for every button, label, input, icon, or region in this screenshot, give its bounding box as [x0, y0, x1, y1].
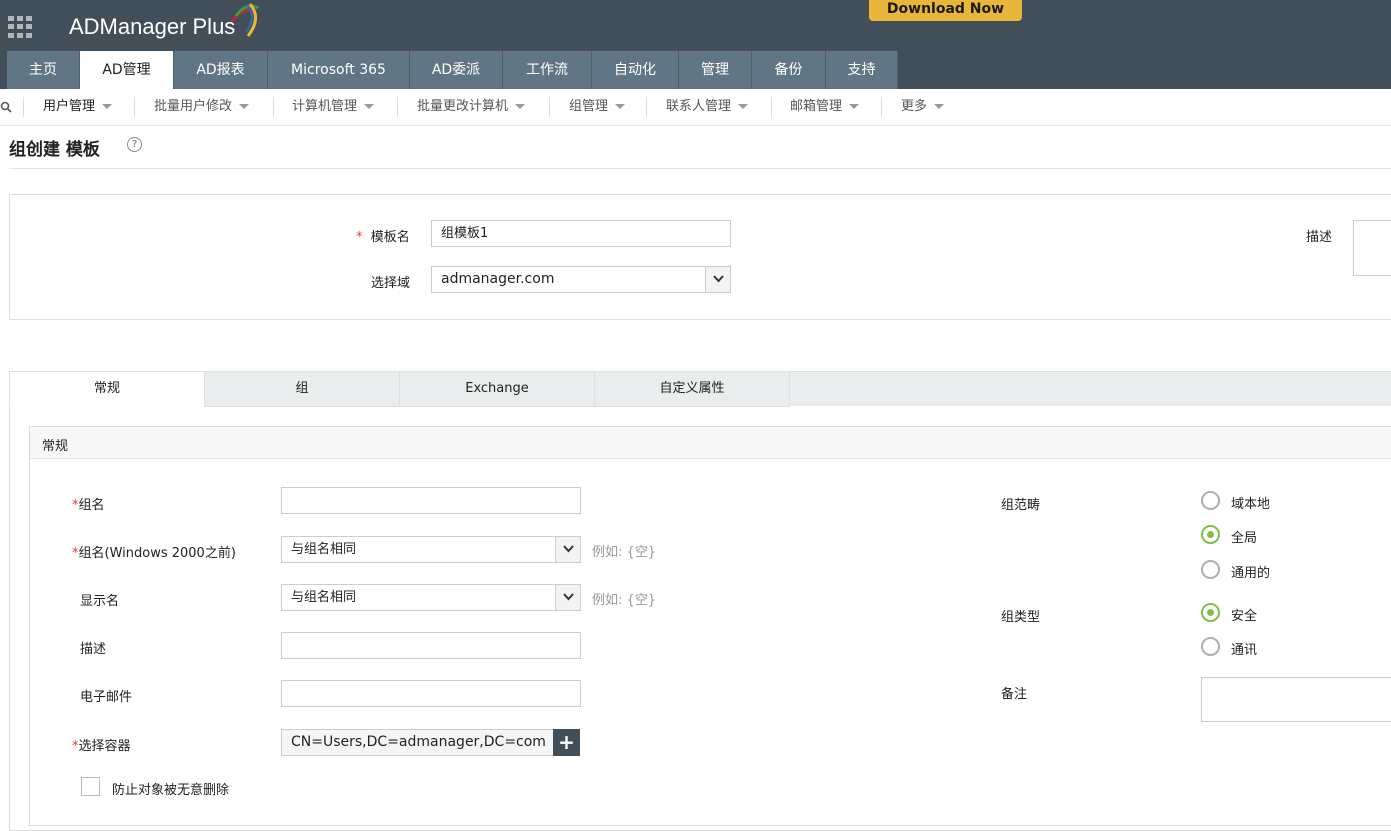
caret-down-icon	[515, 104, 526, 109]
email-label: 电子邮件	[80, 690, 133, 705]
subnav-mailbox-management[interactable]: 邮箱管理	[790, 89, 860, 125]
subnav-label: 批量用户修改	[154, 99, 233, 114]
subnav-group-management[interactable]: 组管理	[569, 89, 626, 125]
pre2000-name-label: *组名(Windows 2000之前)	[72, 546, 236, 561]
pre2000-name-select[interactable]: 与组名相同	[281, 536, 581, 563]
subnav-label: 联系人管理	[666, 99, 732, 114]
chevron-down-icon	[705, 267, 730, 292]
domain-select[interactable]: admanager.com	[431, 266, 731, 293]
protect-deletion-label: 防止对象被无意删除	[112, 783, 230, 798]
help-icon[interactable]: ?	[127, 137, 142, 152]
tab-backup[interactable]: 备份	[752, 51, 826, 89]
template-name-label: * 模板名	[356, 230, 410, 245]
tab-ad-management[interactable]: AD管理	[80, 51, 174, 89]
subnav-user-management[interactable]: 用户管理	[43, 89, 113, 125]
divider	[9, 168, 1391, 169]
tab-automation[interactable]: 自动化	[592, 51, 679, 89]
tab-ad-reports[interactable]: AD报表	[174, 51, 268, 89]
type-option-label: 安全	[1231, 609, 1258, 624]
pre2000-hint: 例如: {空}	[592, 545, 657, 560]
subnav-bulk-user-modify[interactable]: 批量用户修改	[154, 89, 250, 125]
scope-option-label: 域本地	[1231, 497, 1271, 512]
type-distribution-radio[interactable]	[1201, 637, 1220, 656]
caret-down-icon	[934, 104, 945, 109]
scope-option-label: 全局	[1231, 531, 1258, 546]
logo-arc-icon	[230, 3, 259, 37]
group-scope-label: 组范畴	[1001, 498, 1041, 513]
search-icon[interactable]	[0, 101, 14, 113]
caret-down-icon	[364, 104, 375, 109]
tab-workflow[interactable]: 工作流	[503, 51, 592, 89]
caret-down-icon	[102, 104, 113, 109]
subnav-label: 组管理	[569, 99, 609, 114]
domain-label: 选择域	[371, 276, 411, 291]
tab-exchange[interactable]: Exchange	[399, 371, 595, 407]
email-input[interactable]	[281, 680, 581, 707]
notes-label: 备注	[1001, 687, 1028, 702]
tab-ad-delegation[interactable]: AD委派	[410, 51, 503, 89]
caret-down-icon	[738, 104, 749, 109]
add-container-button[interactable]: +	[553, 729, 580, 756]
container-input[interactable]: CN=Users,DC=admanager,DC=com	[281, 729, 554, 756]
caret-down-icon	[615, 104, 626, 109]
section-header: 常规	[30, 427, 1391, 459]
scope-global-radio[interactable]	[1201, 525, 1220, 544]
page-title: 组创建 模板	[9, 140, 100, 160]
scope-universal-radio[interactable]	[1201, 560, 1220, 579]
type-security-radio[interactable]	[1201, 603, 1220, 622]
group-name-input[interactable]	[281, 487, 581, 514]
group-type-label: 组类型	[1001, 610, 1041, 625]
subnav-bulk-computer-modify[interactable]: 批量更改计算机	[417, 89, 526, 125]
container-label: *选择容器	[72, 739, 131, 754]
template-description-textarea[interactable]	[1353, 220, 1391, 276]
type-option-label: 通讯	[1231, 643, 1258, 658]
tab-general[interactable]: 常规	[9, 371, 205, 407]
template-description-label: 描述	[1306, 230, 1333, 245]
caret-down-icon	[239, 104, 250, 109]
app-grid-icon[interactable]	[8, 16, 32, 38]
tab-home[interactable]: 主页	[7, 51, 80, 89]
scope-domain-local-radio[interactable]	[1201, 491, 1220, 510]
general-section	[29, 426, 1391, 826]
group-name-label: *组名	[72, 498, 105, 513]
description-label: 描述	[80, 642, 107, 657]
caret-down-icon	[849, 104, 860, 109]
subnav-label: 更多	[901, 99, 928, 114]
protect-deletion-checkbox[interactable]	[81, 777, 100, 796]
template-name-input[interactable]: 组模板1	[431, 220, 731, 247]
download-now-button[interactable]: Download Now	[869, 0, 1022, 21]
tab-admin[interactable]: 管理	[679, 51, 752, 89]
display-name-label: 显示名	[80, 594, 120, 609]
subnav-computer-management[interactable]: 计算机管理	[292, 89, 375, 125]
display-name-hint: 例如: {空}	[592, 593, 657, 608]
tab-custom-attributes[interactable]: 自定义属性	[594, 371, 790, 407]
subnav-label: 用户管理	[43, 99, 96, 114]
chevron-down-icon	[555, 537, 580, 562]
app-logo[interactable]: ADManager Plus	[69, 14, 235, 40]
tab-support[interactable]: 支持	[826, 51, 898, 89]
subnav-contact-management[interactable]: 联系人管理	[666, 89, 749, 125]
scope-option-label: 通用的	[1231, 566, 1271, 581]
subnav-more[interactable]: 更多	[901, 89, 945, 125]
description-input[interactable]	[281, 632, 581, 659]
tab-microsoft-365[interactable]: Microsoft 365	[268, 51, 410, 89]
chevron-down-icon	[555, 585, 580, 610]
subnav-label: 批量更改计算机	[417, 99, 509, 114]
display-name-select[interactable]: 与组名相同	[281, 584, 581, 611]
subnav-label: 邮箱管理	[790, 99, 843, 114]
notes-textarea[interactable]	[1201, 677, 1391, 722]
sub-navigation: 用户管理 批量用户修改 计算机管理 批量更改计算机 组管理 联系人管理 邮箱管理…	[0, 89, 1391, 126]
subnav-label: 计算机管理	[292, 99, 358, 114]
template-info-box	[9, 194, 1391, 320]
tab-group[interactable]: 组	[204, 371, 400, 407]
